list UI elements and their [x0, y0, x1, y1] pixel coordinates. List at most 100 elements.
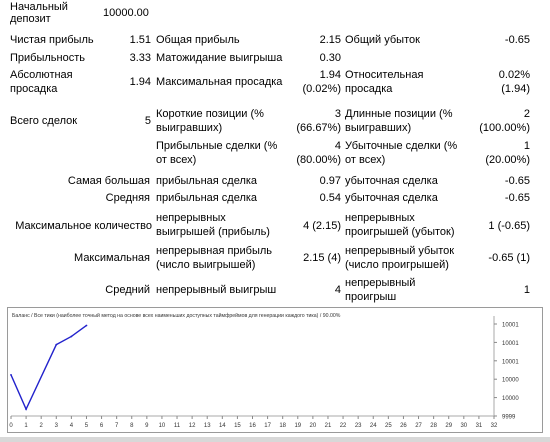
- gross-loss-value: -0.65: [504, 34, 530, 46]
- y-tick-label: 9999: [502, 415, 516, 421]
- loss-trades-label-1: Убыточные сделки (%: [345, 140, 458, 152]
- y-tick-label: 10001: [502, 341, 519, 347]
- balance-point: [70, 335, 73, 338]
- x-tick-label: 16: [249, 423, 256, 429]
- average-loss-label: убыточная сделка: [345, 192, 438, 204]
- average-loss-value: -0.65: [504, 192, 530, 204]
- average-profit-value: 0.54: [319, 192, 341, 204]
- total-trades-value: 5: [144, 115, 151, 127]
- x-tick-label: 19: [294, 423, 301, 429]
- x-tick-label: 21: [325, 423, 332, 429]
- balance-point: [10, 373, 12, 376]
- x-tick-label: 14: [219, 423, 226, 429]
- initial-deposit-label-2: депозит: [10, 13, 51, 25]
- largest-label: Самая большая: [67, 175, 150, 187]
- x-tick-label: 22: [340, 423, 347, 429]
- x-tick-label: 2: [40, 423, 44, 429]
- largest-loss-label: убыточная сделка: [345, 175, 438, 187]
- abs-drawdown-label-2: просадка: [10, 83, 58, 95]
- x-tick-label: 11: [174, 423, 181, 429]
- average-cons-label: Средний: [105, 284, 150, 296]
- gross-loss-label: Общий убыток: [345, 34, 420, 46]
- gross-profit-label: Общая прибыль: [156, 34, 240, 46]
- x-tick-label: 29: [445, 423, 452, 429]
- long-positions-percent: (100.00%): [479, 122, 530, 134]
- net-profit-value: 1.51: [129, 34, 151, 46]
- largest-profit-label: прибыльная сделка: [156, 175, 258, 187]
- max-cons-losses-label-1: непрерывных: [345, 212, 415, 224]
- balance-line: [10, 324, 87, 411]
- max-cons-losses-label-2: проигрышей (убыток): [345, 226, 455, 238]
- rel-drawdown-label-1: Относительная: [345, 69, 424, 81]
- x-tick-label: 27: [415, 423, 422, 429]
- x-tick-label: 1: [24, 423, 28, 429]
- long-positions-count: 2: [523, 108, 530, 120]
- max-cons-loss-label-2: (число проигрышей): [345, 259, 449, 271]
- x-tick-label: 5: [85, 423, 89, 429]
- rel-drawdown-value: (1.94): [501, 83, 530, 95]
- profit-factor-label: Прибыльность: [10, 52, 85, 64]
- y-tick-label: 10001: [502, 323, 519, 329]
- x-tick-label: 12: [189, 423, 196, 429]
- expected-payoff-label: Матожидание выигрыша: [156, 52, 283, 64]
- long-positions-label-1: Длинные позиции (%: [345, 108, 453, 120]
- profit-trades-count: 4: [334, 140, 341, 152]
- balance-chart-svg: Баланс / Все тики (наиболее точный метод…: [9, 312, 519, 429]
- chart-title: Баланс / Все тики (наиболее точный метод…: [12, 312, 341, 319]
- y-tick-label: 10000: [502, 378, 519, 384]
- x-tick-label: 3: [55, 423, 59, 429]
- x-tick-label: 17: [264, 423, 271, 429]
- x-tick-label: 4: [70, 423, 74, 429]
- rel-drawdown-percent: 0.02%: [498, 69, 530, 81]
- max-cons-wins-label-2: выигрышей (прибыль): [156, 226, 270, 238]
- x-tick-label: 23: [355, 423, 362, 429]
- max-cons-profit-label-1: непрерывная прибыль: [156, 245, 273, 257]
- x-tick-label: 31: [476, 423, 483, 429]
- x-tick-label: 32: [491, 423, 498, 429]
- loss-trades-percent: (20.00%): [485, 154, 530, 166]
- balance-point: [55, 343, 58, 346]
- x-tick-label: 13: [204, 423, 211, 429]
- net-profit-label: Чистая прибыль: [10, 34, 94, 46]
- expected-payoff-value: 0.30: [319, 52, 341, 64]
- avg-cons-losses-value: 1: [523, 284, 530, 296]
- max-cons-profit-label-2: (число выигрышей): [156, 259, 256, 271]
- max-cons-loss-value: -0.65 (1): [488, 252, 530, 264]
- max-cons-loss-label-1: непрерывный убыток: [345, 245, 455, 257]
- x-tick-label: 10: [159, 423, 166, 429]
- x-tick-label: 28: [430, 423, 437, 429]
- abs-drawdown-label-1: Абсолютная: [10, 69, 73, 81]
- average-profit-label: прибыльная сделка: [156, 192, 258, 204]
- short-positions-label-1: Короткие позиции (%: [156, 108, 264, 120]
- y-tick-label: 10000: [502, 396, 519, 402]
- x-tick-label: 26: [400, 423, 407, 429]
- x-tick-label: 8: [130, 423, 134, 429]
- x-tick-label: 18: [279, 423, 286, 429]
- x-tick-label: 7: [115, 423, 119, 429]
- x-tick-label: 25: [385, 423, 392, 429]
- x-tick-label: 30: [460, 423, 467, 429]
- balance-chart: Баланс / Все тики (наиболее точный метод…: [7, 307, 543, 433]
- max-consecutive-label: Максимальное количество: [15, 220, 152, 232]
- balance-point: [25, 408, 27, 411]
- x-tick-label: 24: [370, 423, 377, 429]
- x-tick-label: 9: [145, 423, 149, 429]
- max-drawdown-value: 1.94: [319, 69, 341, 81]
- y-tick-label: 10001: [502, 359, 519, 365]
- largest-profit-value: 0.97: [319, 175, 341, 187]
- largest-loss-value: -0.65: [504, 175, 530, 187]
- x-tick-label: 6: [100, 423, 104, 429]
- loss-trades-count: 1: [523, 140, 530, 152]
- x-tick-label: 20: [310, 423, 317, 429]
- max-cons-wins-label-1: непрерывных: [156, 212, 226, 224]
- x-tick-label: 0: [9, 423, 13, 429]
- abs-drawdown-value: 1.94: [129, 76, 151, 88]
- profit-trades-percent: (80.00%): [296, 154, 341, 166]
- long-positions-label-2: выигравших): [345, 122, 412, 134]
- short-positions-percent: (66.67%): [296, 122, 341, 134]
- balance-point: [85, 324, 88, 327]
- profit-factor-value: 3.33: [129, 52, 151, 64]
- bottom-scrollbar: [0, 437, 550, 442]
- profit-trades-label-2: от всех): [156, 154, 197, 166]
- short-positions-count: 3: [334, 108, 341, 120]
